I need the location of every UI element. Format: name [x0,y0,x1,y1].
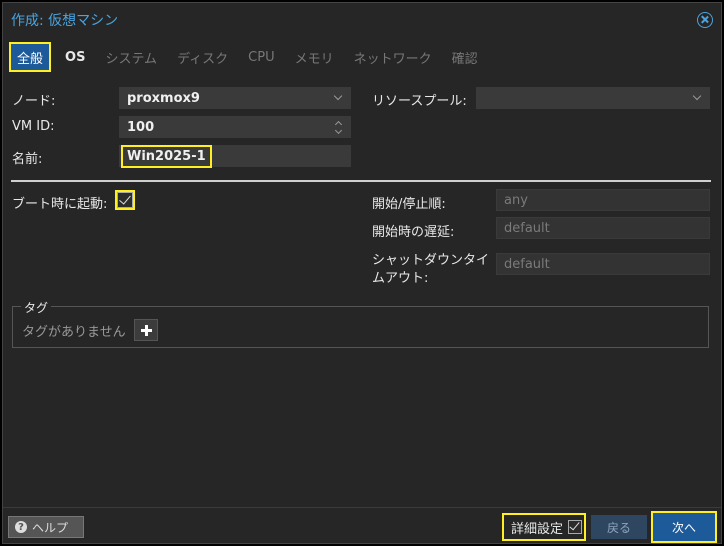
tags-legend: タグ [21,299,52,316]
node-select[interactable]: proxmox9 [119,87,351,109]
name-label: 名前: [12,152,43,167]
shutdown-timeout-input[interactable]: default [496,253,710,275]
back-button[interactable]: 戻る [591,515,647,539]
node-label: ノード: [12,94,56,109]
start-order-input[interactable]: any [496,189,710,211]
dialog-titlebar: 作成: 仮想マシン [3,3,721,37]
start-at-boot-checkbox[interactable] [115,190,135,210]
next-button[interactable]: 次へ [651,511,717,543]
shutdown-timeout-label-1: シャットダウンタイ [372,253,490,268]
vmid-label: VM ID: [12,119,55,134]
spin-down-icon[interactable] [334,126,343,135]
name-value: Win2025-1 [121,144,212,168]
resource-pool-label: リソースプール: [372,94,467,109]
question-icon: ? [15,521,27,533]
startup-delay-placeholder: default [504,220,550,236]
close-icon[interactable] [697,12,713,28]
create-vm-dialog: 作成: 仮想マシン 全般 OS システム ディスク CPU メモリ ネットワーク… [2,2,722,544]
wizard-tabs: 全般 OS システム ディスク CPU メモリ ネットワーク 確認 [9,40,488,74]
start-at-boot-label: ブート時に起動: [12,197,108,212]
advanced-toggle[interactable]: 詳細設定 [502,513,586,541]
tab-system[interactable]: システム [95,43,167,71]
vmid-input[interactable]: 100 [119,116,351,138]
dialog-footer: ? ヘルプ 詳細設定 戻る 次へ [3,507,721,543]
shutdown-timeout-label-2: ムアウト: [372,271,429,286]
tab-memory[interactable]: メモリ [285,43,344,71]
help-button[interactable]: ? ヘルプ [8,516,84,538]
startup-delay-input[interactable]: default [496,217,710,239]
tab-cpu[interactable]: CPU [238,43,284,71]
tags-empty-text: タグがありません [22,325,126,340]
tab-os[interactable]: OS [55,43,95,71]
chevron-down-icon[interactable] [333,91,343,101]
chevron-down-icon[interactable] [692,91,702,101]
resource-pool-select[interactable] [476,87,710,109]
dialog-title: 作成: 仮想マシン [11,13,119,29]
shutdown-timeout-placeholder: default [504,256,550,272]
tab-general[interactable]: 全般 [9,42,52,72]
section-divider [11,180,711,182]
advanced-checkbox[interactable] [568,520,583,534]
start-order-placeholder: any [504,192,528,208]
add-tag-button[interactable] [134,319,158,341]
tab-network[interactable]: ネットワーク [344,43,442,71]
startup-delay-label: 開始時の遅延: [372,225,455,240]
vmid-value: 100 [127,119,155,135]
start-order-label: 開始/停止順: [372,197,446,212]
name-input[interactable]: Win2025-1 [119,144,351,168]
advanced-label: 詳細設定 [511,521,564,537]
node-value: proxmox9 [127,90,200,106]
help-label: ヘルプ [32,520,69,535]
tab-disk[interactable]: ディスク [167,43,238,71]
tab-confirm[interactable]: 確認 [442,43,488,71]
